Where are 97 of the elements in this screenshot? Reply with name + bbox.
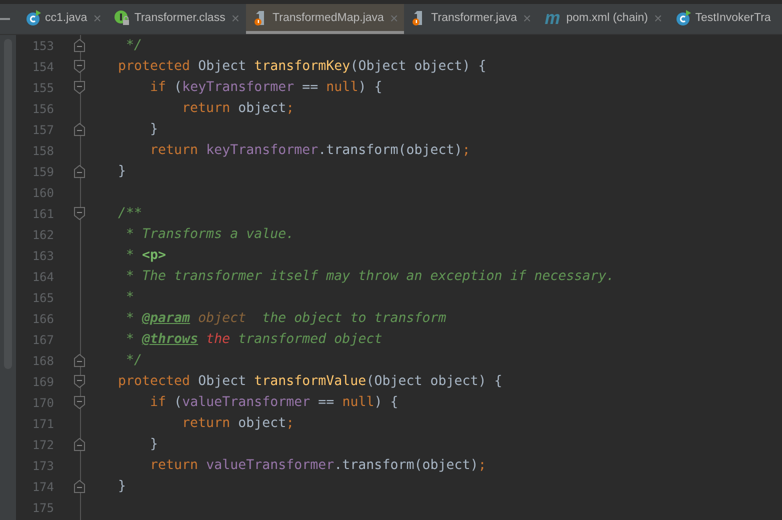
fold-marker-icon[interactable] [74,207,85,220]
code-keyword: ; [286,416,294,431]
code-text: ) { [374,395,398,410]
code-keyword: return [181,416,232,431]
line-number: 174 [31,480,54,494]
line-number: 169 [31,374,54,388]
line-number: 170 [31,396,54,410]
doc-tag: @throws [142,332,198,347]
field-name: keyTransformer [182,80,294,95]
line-number: 171 [31,416,54,430]
editor-tab[interactable]: Transformer.java × [404,4,538,34]
code-keyword: ; [478,458,486,473]
code-text: .transform(object) [318,143,462,158]
code-text: } [149,437,158,452]
method-name: transformValue [254,374,366,389]
code-text: } [118,164,126,179]
line-number: 172 [31,438,54,452]
code-text: } [149,122,158,137]
line-number: 154 [31,60,54,74]
line-number: 160 [31,186,54,200]
code-keyword: protected [118,374,192,389]
code-text: (Object object) { [366,374,502,389]
code-keyword: return [149,143,200,158]
code-text: == [317,395,336,410]
fold-marker-icon[interactable] [74,396,85,409]
code-comment: * [125,332,136,347]
line-number: 173 [31,458,54,472]
code-comment: the object to transform [261,311,446,326]
code-comment: * [125,311,136,326]
class-icon [25,10,41,26]
code-text: } [118,479,126,494]
editor-tab[interactable]: Transformer.class × [107,4,246,34]
code-comment: * [125,248,136,263]
field-name: valueTransformer [206,458,334,473]
code-keyword: protected [118,59,192,74]
line-number: 162 [31,228,54,242]
line-number: 159 [31,164,54,178]
code-comment: */ [125,38,142,53]
html-tag: <p> [142,248,166,263]
code-text: object [238,416,286,431]
line-number: 164 [31,270,54,284]
editor-tab[interactable]: pom.xml (chain) × [537,4,668,34]
line-number: 167 [31,332,54,346]
fold-marker-icon[interactable] [74,438,85,451]
code-text: object [238,101,286,116]
code-comment: */ [125,353,142,368]
line-number: 163 [31,248,54,262]
method-name: transformKey [254,59,350,74]
error-text: the [205,332,230,347]
fold-marker-icon[interactable] [74,354,85,367]
fold-marker-icon[interactable] [74,39,85,52]
code-text: Object [198,59,248,74]
editor-tab[interactable]: cc1.java × [18,4,108,34]
code-text: ) { [358,80,382,95]
fold-marker-icon[interactable] [74,165,85,178]
code-text: Object [198,374,248,389]
field-name: valueTransformer [182,395,310,410]
line-number: 157 [31,122,54,136]
code-comment: * [125,290,134,305]
line-number: 168 [31,354,54,368]
line-number: 161 [31,206,54,220]
line-number: 165 [31,290,54,304]
class-icon [675,10,692,26]
editor-tab[interactable]: TransformedMap.java × [246,4,404,34]
code-keyword: if [149,80,168,95]
code-keyword: ; [462,143,470,158]
code-text: ( [174,80,182,95]
code-comment: * The transformer itself may throw an exception if necessary. [125,269,614,284]
code-keyword: null [342,395,374,410]
code-text: == [301,80,320,95]
code-comment: * Transforms a value. [125,227,294,242]
code-keyword: null [326,80,358,95]
code-keyword: ; [286,101,294,116]
code-text: .transform(object) [334,458,478,473]
code-comment: transformed object [237,332,382,347]
code-text: ( [174,395,182,410]
code-text: (Object object) { [350,59,486,74]
editor-tab[interactable]: TestInvokerTra [668,4,777,34]
code-keyword: return [181,101,232,116]
line-number: 155 [31,80,54,94]
line-number: 156 [31,102,54,116]
code-keyword: return [149,458,200,473]
line-number: 175 [31,500,54,514]
field-name: keyTransformer [206,143,318,158]
doc-parameter: object [197,311,246,326]
interface-icon [114,10,130,26]
fold-marker-icon[interactable] [74,375,85,388]
line-number: 166 [31,312,54,326]
doc-tag: @param [142,311,190,326]
code-comment: /** [118,206,142,221]
fold-marker-icon[interactable] [74,123,85,136]
fold-marker-icon[interactable] [74,480,85,493]
line-number: 158 [31,144,54,158]
fold-marker-icon[interactable] [74,60,85,73]
fold-marker-icon[interactable] [74,81,85,94]
line-number: 153 [31,38,54,52]
code-keyword: if [149,395,168,410]
